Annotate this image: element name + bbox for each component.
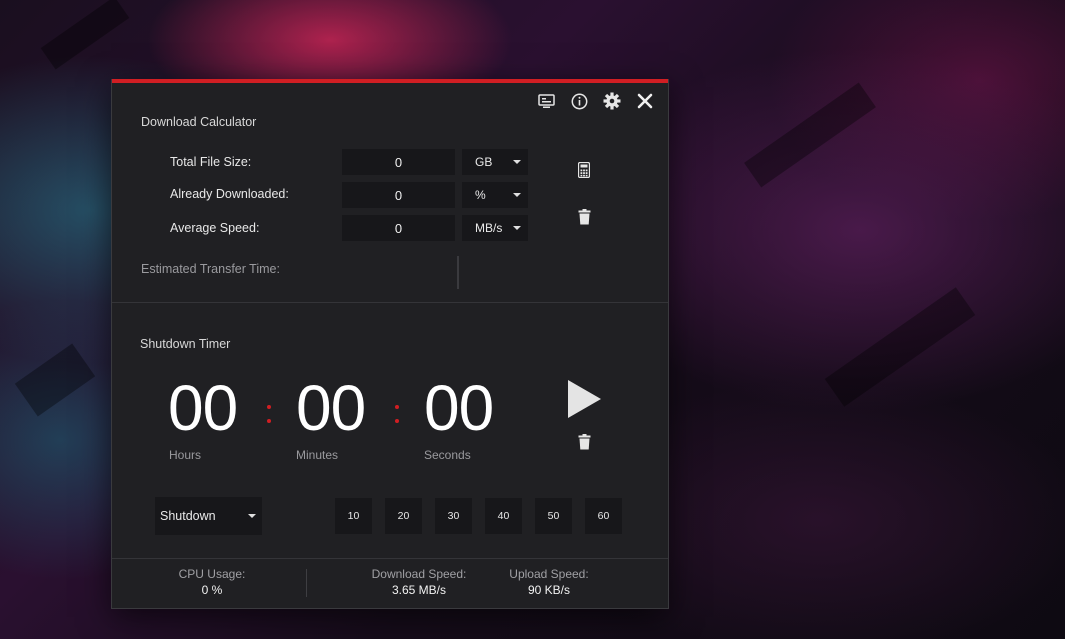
total-file-size-label: Total File Size: [170,155,252,169]
background-shard [824,287,976,407]
seconds-label: Seconds [424,448,471,462]
chevron-down-icon [513,160,521,164]
already-downloaded-unit-select[interactable]: % [462,182,528,208]
background-shard [744,82,876,188]
hours-display[interactable]: 00 [168,373,238,443]
total-file-size-unit: GB [475,155,493,169]
quick-time-20-button[interactable]: 20 [385,498,422,534]
upload-speed-label: Upload Speed: [509,567,589,581]
chevron-down-icon [248,514,256,518]
hours-label: Hours [169,448,202,462]
upload-speed-value: 90 KB/s [527,583,571,597]
colon-separator [395,405,399,433]
average-speed-label: Average Speed: [170,221,260,235]
colon-separator [267,405,271,433]
estimated-divider [457,256,459,289]
seconds-display[interactable]: 00 [424,373,494,443]
shutdown-action-value: Shutdown [160,509,216,523]
stats-divider [306,569,307,597]
already-downloaded-unit: % [475,188,486,202]
quick-time-40-button[interactable]: 40 [485,498,522,534]
total-file-size-input[interactable]: 0 [342,149,455,175]
overlay-monitor-icon[interactable] [536,91,556,111]
download-speed-label: Download Speed: [371,567,467,581]
shutdown-timer-title: Shutdown Timer [140,337,231,351]
chevron-down-icon [513,193,521,197]
estimated-transfer-time-label: Estimated Transfer Time: [141,262,280,276]
window-accent-bar [112,79,668,83]
play-icon[interactable] [565,378,603,420]
quick-time-10-button[interactable]: 10 [335,498,372,534]
footer-divider [112,558,668,559]
calculator-icon[interactable] [576,161,592,179]
background-shard [40,0,130,70]
trash-icon[interactable] [576,433,592,451]
gear-icon[interactable] [602,91,622,111]
background-shard [14,343,96,417]
already-downloaded-input[interactable]: 0 [342,182,455,208]
minutes-display[interactable]: 00 [296,373,366,443]
cpu-usage-value: 0 % [201,583,223,597]
download-calculator-title: Download Calculator [141,115,257,129]
minutes-label: Minutes [296,448,339,462]
close-icon[interactable] [635,91,655,111]
app-window: Download Calculator Total File Size: 0 G… [111,79,669,609]
quick-time-60-button[interactable]: 60 [585,498,622,534]
average-speed-unit-select[interactable]: MB/s [462,215,528,241]
download-speed-value: 3.65 MB/s [391,583,447,597]
total-file-size-unit-select[interactable]: GB [462,149,528,175]
already-downloaded-label: Already Downloaded: [170,187,289,201]
section-divider [112,302,668,303]
chevron-down-icon [513,226,521,230]
shutdown-action-select[interactable]: Shutdown [155,497,262,535]
trash-icon[interactable] [576,208,592,226]
average-speed-input[interactable]: 0 [342,215,455,241]
average-speed-unit: MB/s [475,221,503,235]
cpu-usage-label: CPU Usage: [178,567,246,581]
info-icon[interactable] [569,91,589,111]
quick-time-50-button[interactable]: 50 [535,498,572,534]
quick-time-30-button[interactable]: 30 [435,498,472,534]
